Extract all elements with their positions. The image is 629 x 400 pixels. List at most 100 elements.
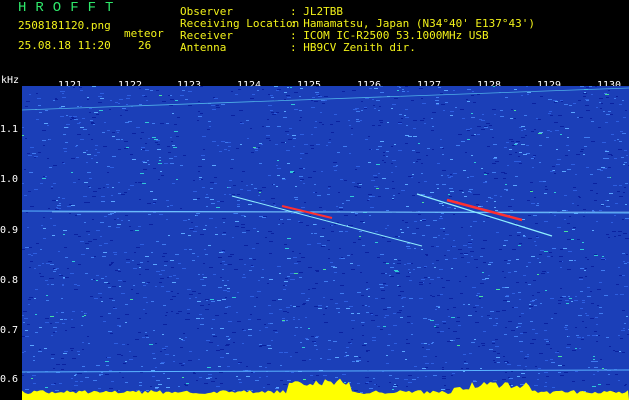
noise-speck xyxy=(373,378,375,379)
noise-speck xyxy=(167,277,169,278)
noise-speck xyxy=(580,249,584,250)
noise-speck xyxy=(601,270,605,271)
noise-speck xyxy=(280,365,282,366)
noise-speck xyxy=(585,105,589,106)
noise-speck xyxy=(269,313,273,314)
noise-speck xyxy=(445,234,449,235)
noise-speck xyxy=(151,301,154,302)
noise-speck xyxy=(254,148,258,149)
noise-speck xyxy=(135,339,139,340)
noise-speck xyxy=(342,91,345,92)
noise-speck xyxy=(434,326,436,327)
noise-speck xyxy=(480,283,484,284)
noise-speck xyxy=(366,350,369,351)
noise-speck xyxy=(308,298,310,299)
noise-speck xyxy=(569,105,572,106)
noise-speck xyxy=(57,208,61,209)
noise-speck xyxy=(323,297,325,298)
noise-speck xyxy=(408,269,410,270)
noise-speck xyxy=(93,124,95,125)
noise-speck xyxy=(505,296,509,297)
noise-speck xyxy=(44,123,48,124)
noise-speck xyxy=(356,119,359,120)
noise-speck xyxy=(386,263,389,264)
noise-speck xyxy=(285,248,289,249)
noise-speck xyxy=(585,99,589,100)
noise-speck xyxy=(227,306,231,307)
noise-speck xyxy=(77,373,81,374)
noise-speck xyxy=(324,322,328,323)
noise-speck xyxy=(51,284,54,285)
noise-speck xyxy=(614,215,616,216)
noise-speck xyxy=(407,91,409,92)
noise-speck xyxy=(439,203,443,204)
noise-speck xyxy=(314,342,316,343)
noise-speck xyxy=(115,270,118,271)
noise-speck xyxy=(432,342,434,343)
noise-speck xyxy=(586,167,589,168)
noise-speck xyxy=(413,136,417,137)
noise-speck xyxy=(495,161,499,162)
noise-speck xyxy=(139,318,141,319)
noise-speck xyxy=(549,111,552,112)
noise-speck xyxy=(535,333,538,334)
noise-speck xyxy=(253,259,256,260)
noise-speck xyxy=(399,114,402,115)
noise-speck xyxy=(519,299,521,300)
noise-speck xyxy=(473,221,477,222)
noise-speck xyxy=(545,382,547,383)
noise-speck xyxy=(323,375,327,376)
noise-speck xyxy=(93,239,97,240)
noise-speck xyxy=(267,363,271,364)
noise-speck xyxy=(87,97,89,98)
noise-speck xyxy=(333,280,335,281)
noise-speck xyxy=(293,306,296,307)
noise-speck xyxy=(242,171,245,172)
noise-speck xyxy=(383,152,385,153)
noise-speck xyxy=(496,357,500,358)
noise-speck xyxy=(514,161,518,162)
noise-speck xyxy=(360,221,364,222)
noise-speck xyxy=(526,86,528,87)
noise-speck xyxy=(50,264,54,265)
noise-speck xyxy=(353,109,357,110)
noise-speck xyxy=(213,336,217,337)
noise-speck xyxy=(314,306,318,307)
noise-speck xyxy=(479,296,483,297)
noise-speck xyxy=(56,312,58,313)
noise-speck xyxy=(532,295,534,296)
noise-speck xyxy=(338,312,340,313)
noise-speck xyxy=(126,259,130,260)
noise-speck xyxy=(481,120,485,121)
noise-speck xyxy=(180,165,183,166)
noise-speck xyxy=(271,233,274,234)
noise-speck xyxy=(540,303,542,304)
noise-speck xyxy=(565,155,568,156)
noise-speck xyxy=(93,380,97,381)
noise-speck xyxy=(198,101,200,102)
noise-speck xyxy=(321,246,325,247)
noise-speck xyxy=(623,233,627,234)
noise-speck xyxy=(399,310,402,311)
noise-speck xyxy=(492,163,496,164)
noise-speck xyxy=(605,150,607,151)
noise-speck xyxy=(473,381,477,382)
noise-speck xyxy=(374,108,376,109)
noise-speck xyxy=(379,284,383,285)
noise-speck xyxy=(159,274,162,275)
noise-speck xyxy=(160,363,164,364)
noise-speck xyxy=(412,195,415,196)
noise-speck xyxy=(480,256,483,257)
noise-speck xyxy=(254,306,256,307)
noise-speck xyxy=(369,149,371,150)
noise-speck xyxy=(398,150,402,151)
noise-speck xyxy=(595,317,598,318)
noise-speck xyxy=(99,375,101,376)
noise-speck xyxy=(141,132,144,133)
filename-label: 2508181120.png xyxy=(18,19,111,32)
noise-speck xyxy=(330,124,333,125)
noise-speck xyxy=(40,183,43,184)
noise-speck xyxy=(118,271,121,272)
noise-speck xyxy=(591,303,594,304)
noise-speck xyxy=(355,215,357,216)
